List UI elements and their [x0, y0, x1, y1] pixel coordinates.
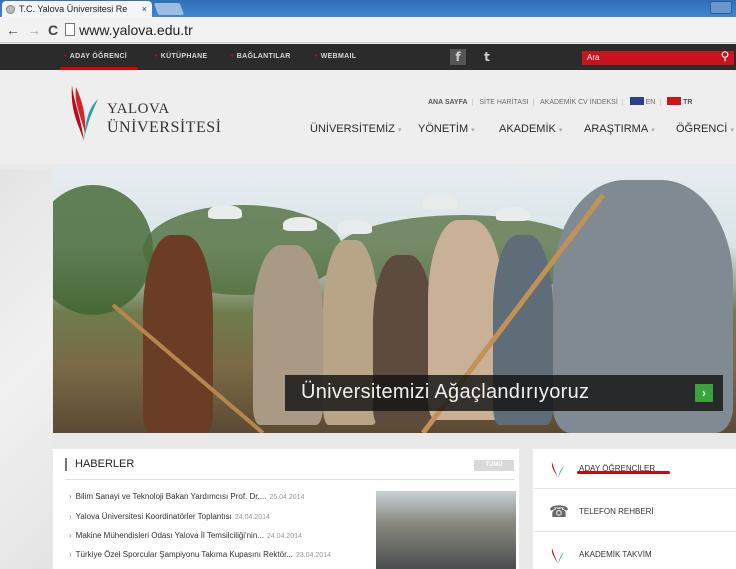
news-item[interactable]: › Bilim Sanayi ve Teknoloji Bakan Yardımc…	[69, 492, 304, 501]
toplink-webmail[interactable]: • WEBMAIL	[315, 53, 356, 60]
bullet-icon: •	[155, 53, 158, 60]
url-field[interactable]: www.yalova.edu.tr	[65, 20, 715, 39]
nav-label: ÖĞRENCİ	[676, 123, 728, 135]
nav-label: YÖNETİM	[418, 123, 469, 135]
news-item[interactable]: › Türkiye Özel Sporcular Şampiyonu Takıma…	[69, 550, 331, 559]
twitter-icon[interactable]: t	[479, 49, 495, 65]
sidebar-item-aday-ogrenciler[interactable]: ADAY ÖĞRENCİLER	[533, 449, 736, 489]
toplink-label: BAĞLANTILAR	[236, 53, 291, 60]
search-input[interactable]: Ara ⚲	[582, 49, 734, 65]
university-logo-icon[interactable]	[70, 83, 100, 143]
nav-label: ÜNİVERSİTEMİZ	[310, 123, 395, 135]
forward-icon[interactable]: →	[27, 22, 41, 38]
flag-uk-icon[interactable]	[629, 97, 644, 105]
news-thumbnail-image[interactable]	[376, 491, 516, 569]
sidebar-item-telefon-rehberi[interactable]: ☎ TELEFON REHBERİ	[533, 492, 736, 532]
toplink-label: WEBMAIL	[320, 53, 357, 60]
sidebar-item-akademik-takvim[interactable]: AKADEMİK TAKVİM	[533, 535, 736, 569]
university-logo-icon	[551, 548, 564, 564]
site-header: YALOVA ÜNİVERSİTESİ ANA SAYFA | SİTE HARİ…	[0, 70, 736, 164]
chevron-down-icon: ▾	[471, 127, 475, 134]
new-tab-button[interactable]	[153, 3, 185, 15]
news-item[interactable]: › Makine Mühendisleri Odası Yalova İl Tem…	[69, 531, 302, 540]
chevron-down-icon: ▾	[730, 127, 734, 134]
news-item-date: 25.04.2014	[269, 494, 305, 501]
logo-text-line1: YALOVA	[107, 101, 170, 117]
sidebar-item-label: AKADEMİK TAKVİM	[579, 550, 652, 559]
annotation-underline	[577, 471, 670, 474]
news-item-title: Bilim Sanayi ve Teknoloji Bakan Yardımcı…	[75, 492, 267, 501]
reload-icon[interactable]: C	[48, 22, 58, 38]
nav-label: AKADEMİK	[499, 123, 556, 135]
nav-akademik[interactable]: AKADEMİK ▾	[499, 123, 562, 135]
news-heading: HABERLER	[65, 458, 134, 471]
sidebar-item-label: TELEFON REHBERİ	[579, 507, 654, 516]
url-text: www.yalova.edu.tr	[79, 21, 193, 38]
favicon-icon	[6, 4, 15, 14]
minimize-button[interactable]	[710, 1, 732, 14]
news-panel: HABERLER TÜMÜ › Bilim Sanayi ve Teknoloji…	[53, 449, 519, 569]
search-icon[interactable]: ⚲	[717, 49, 733, 65]
tab-close-icon[interactable]: ×	[142, 4, 147, 14]
news-item-date: 24.04.2014	[234, 514, 270, 521]
chevron-down-icon: ▾	[651, 127, 655, 134]
background-decoration	[0, 170, 52, 569]
chevron-down-icon: ▾	[558, 127, 563, 134]
news-item-title: Makine Mühendisleri Odası Yalova İl Tems…	[75, 531, 264, 540]
arrow-right-icon: ›	[69, 512, 72, 521]
flag-tr-icon[interactable]	[667, 97, 682, 105]
utility-links: ANA SAYFA | SİTE HARİTASI | AKADEMİK CV İN…	[428, 97, 693, 106]
news-item-date: 24.04.2014	[266, 533, 302, 540]
tab-title: T.C. Yalova Üniversitesi Re	[19, 4, 128, 14]
news-more-button[interactable]: TÜMÜ	[474, 460, 514, 471]
university-logo-icon	[551, 462, 564, 478]
news-item[interactable]: › Yalova Üniversitesi Koordinatörler Topl…	[69, 512, 270, 521]
nav-ogrenci[interactable]: ÖĞRENCİ ▾	[676, 123, 734, 135]
toplink-kutuphane[interactable]: • KÜTÜPHANE	[155, 53, 207, 60]
nav-label: ARAŞTIRMA	[584, 123, 649, 135]
bullet-icon: •	[315, 53, 318, 60]
news-item-title: Türkiye Özel Sporcular Şampiyonu Takıma …	[75, 550, 293, 559]
page-icon	[65, 23, 76, 36]
nav-universitemiz[interactable]: ÜNİVERSİTEMİZ ▾	[310, 123, 401, 135]
next-slide-button[interactable]: ›	[695, 384, 713, 402]
arrow-right-icon: ›	[69, 492, 72, 501]
search-placeholder: Ara	[587, 53, 600, 62]
facebook-icon[interactable]: f	[450, 49, 466, 65]
slider-caption-text: Üniversitemizi Ağaçlandırıyoruz	[301, 381, 590, 403]
bullet-icon: •	[231, 53, 234, 60]
lang-tr[interactable]: TR	[683, 99, 692, 106]
util-link-sitemap[interactable]: SİTE HARİTASI	[479, 99, 528, 106]
arrow-right-icon: ›	[69, 531, 72, 540]
util-link-home[interactable]: ANA SAYFA	[428, 99, 468, 106]
toplink-aday-ogrenci[interactable]: • ADAY ÖĞRENCİ	[64, 53, 127, 60]
news-item-date: 23.04.2014	[295, 552, 331, 559]
browser-tab-bar: T.C. Yalova Üniversitesi Re ×	[0, 0, 736, 17]
util-link-cv[interactable]: AKADEMİK CV İNDEKSİ	[540, 99, 618, 106]
bullet-icon: •	[64, 53, 67, 60]
back-icon[interactable]: ←	[6, 22, 20, 38]
news-item-title: Yalova Üniversitesi Koordinatörler Topla…	[75, 512, 232, 521]
arrow-right-icon: ›	[69, 550, 72, 559]
slider-caption[interactable]: Üniversitemizi Ağaçlandırıyoruz ›	[285, 375, 723, 411]
quick-links-panel: ADAY ÖĞRENCİLER ☎ TELEFON REHBERİ AKADEM…	[533, 449, 736, 569]
toplink-label: KÜTÜPHANE	[160, 53, 208, 60]
lang-en[interactable]: EN	[646, 99, 656, 106]
toplink-baglantilar[interactable]: • BAĞLANTILAR	[231, 53, 291, 60]
nav-yonetim[interactable]: YÖNETİM ▾	[418, 123, 475, 135]
top-utility-bar: • ADAY ÖĞRENCİ • KÜTÜPHANE • BAĞLANTILAR • W…	[0, 44, 736, 70]
browser-tab[interactable]: T.C. Yalova Üniversitesi Re ×	[2, 1, 152, 17]
toplink-label: ADAY ÖĞRENCİ	[69, 53, 128, 60]
address-bar-row: ← → C www.yalova.edu.tr	[0, 17, 736, 43]
divider	[65, 479, 515, 480]
chevron-down-icon: ▾	[397, 127, 402, 134]
logo-text-line2: ÜNİVERSİTESİ	[107, 119, 222, 136]
telephone-icon: ☎	[549, 504, 569, 521]
nav-arastirma[interactable]: ARAŞTIRMA ▾	[584, 123, 655, 135]
